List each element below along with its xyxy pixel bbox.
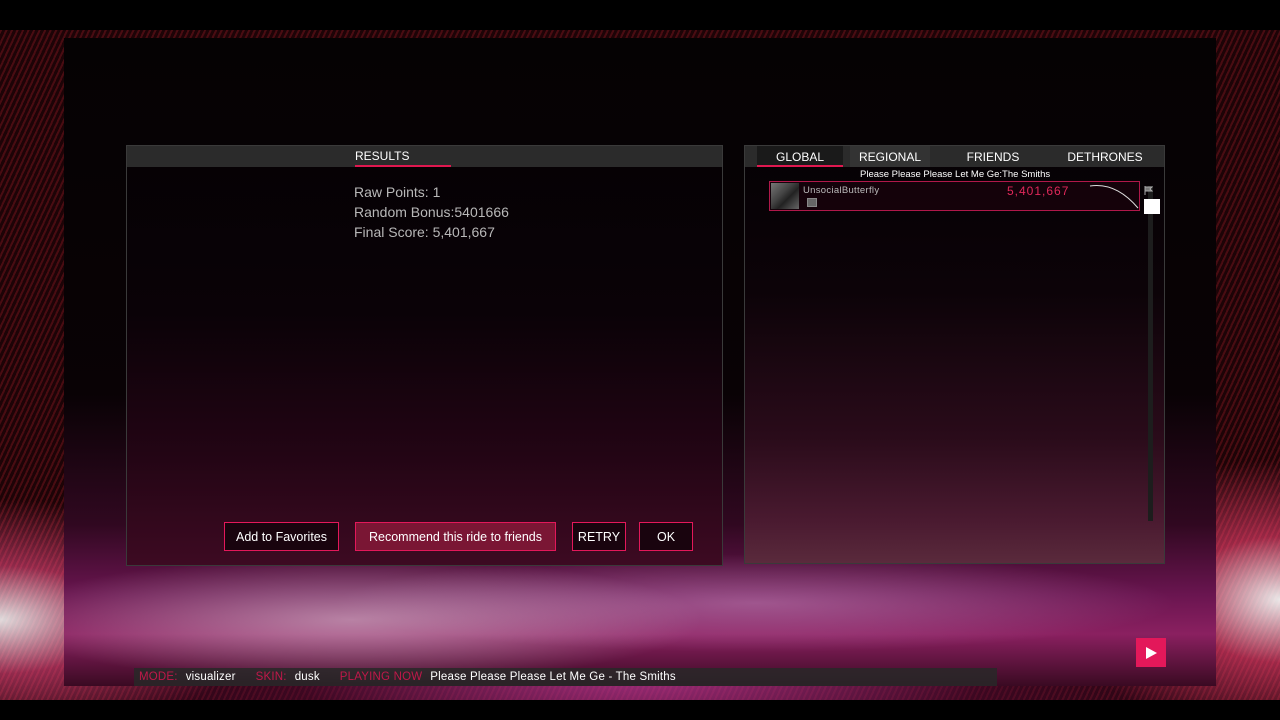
- mode-label: MODE:: [139, 671, 178, 683]
- skin-value: dusk: [294, 671, 320, 683]
- score-curve-icon: [1089, 184, 1139, 209]
- player-score: 5,401,667: [1007, 184, 1070, 198]
- scroll-thumb[interactable]: [1144, 199, 1160, 214]
- ok-button[interactable]: OK: [639, 522, 693, 551]
- song-caption: Please Please Please Let Me Ge:The Smith…: [860, 169, 1051, 180]
- playing-now-value: Please Please Please Let Me Ge - The Smi…: [430, 671, 676, 683]
- avatar: [771, 183, 799, 209]
- tab-regional[interactable]: REGIONAL: [850, 146, 930, 167]
- final-score: Final Score: 5,401,667: [354, 224, 495, 240]
- retry-button[interactable]: RETRY: [572, 522, 626, 551]
- leaderboard-entry[interactable]: UnsocialButterfly 5,401,667: [769, 181, 1140, 211]
- play-icon: [1146, 646, 1157, 659]
- add-to-favorites-button[interactable]: Add to Favorites: [224, 522, 339, 551]
- tab-results[interactable]: RESULTS: [355, 146, 451, 167]
- scrollbar[interactable]: [1148, 186, 1153, 521]
- score-stats: Raw Points: 1 Random Bonus:5401666 Final…: [354, 182, 509, 242]
- leaderboard-panel: GLOBAL REGIONAL FRIENDS DETHRONES Please…: [744, 145, 1165, 564]
- tab-underline: [355, 165, 451, 167]
- random-bonus: Random Bonus:5401666: [354, 204, 509, 220]
- tab-friends[interactable]: FRIENDS: [950, 146, 1036, 167]
- badge-icon: [807, 198, 817, 207]
- tab-dethrones[interactable]: DETHRONES: [1045, 146, 1165, 167]
- player-name: UnsocialButterfly: [803, 185, 880, 196]
- results-panel: RESULTS Raw Points: 1 Random Bonus:54016…: [126, 145, 723, 566]
- flag-icon: [1144, 186, 1153, 195]
- tab-underline: [757, 165, 843, 167]
- play-button[interactable]: [1136, 638, 1166, 667]
- mode-value: visualizer: [185, 671, 236, 683]
- tab-global[interactable]: GLOBAL: [757, 146, 843, 167]
- raw-points: Raw Points: 1: [354, 184, 441, 200]
- playing-now-label: PLAYING NOW: [339, 671, 423, 683]
- status-bar: MODE: visualizer SKIN: dusk PLAYING NOW …: [134, 668, 997, 686]
- recommend-button[interactable]: Recommend this ride to friends: [355, 522, 556, 551]
- skin-label: SKIN:: [255, 671, 287, 683]
